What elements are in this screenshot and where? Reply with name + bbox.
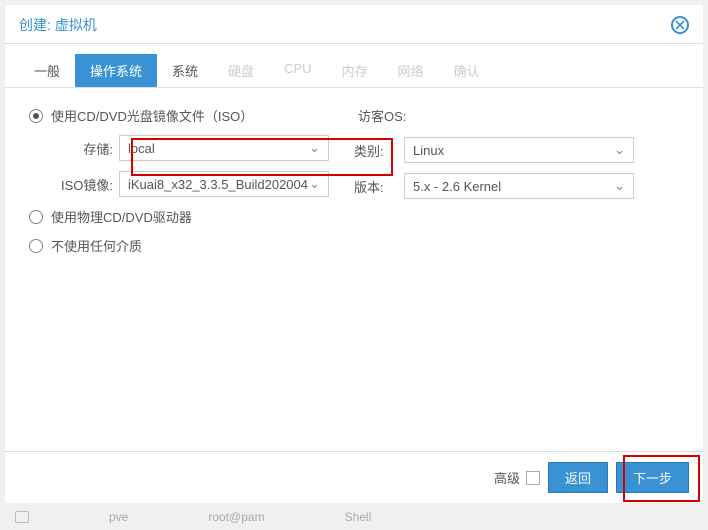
storage-value: local [128, 141, 309, 156]
radio-use-iso[interactable]: 使用CD/DVD光盘镜像文件（ISO） [29, 106, 354, 125]
version-label: 版本: [354, 177, 404, 196]
category-row: 类别: Linux ⌄ [354, 137, 679, 163]
dialog-title: 创建: 虚拟机 [19, 15, 97, 35]
bottom-bar: pve root@pam Shell [5, 506, 703, 527]
iso-image-label: ISO镜像: [29, 175, 119, 194]
terminal-icon [15, 511, 29, 523]
version-value: 5.x - 2.6 Kernel [413, 179, 614, 194]
storage-row: 存储: local ⌄ [29, 135, 354, 161]
storage-combo[interactable]: local ⌄ [119, 135, 329, 161]
chevron-down-icon: ⌄ [309, 176, 320, 192]
tab-cpu: CPU [269, 54, 326, 87]
version-row: 版本: 5.x - 2.6 Kernel ⌄ [354, 173, 679, 199]
column-right: 访客OS: 类别: Linux ⌄ 版本: 5.x - 2.6 Kernel ⌄ [354, 106, 679, 433]
next-button[interactable]: 下一步 [616, 462, 689, 493]
iso-image-value: iKuai8_x32_3.3.5_Build202004 [128, 177, 309, 192]
radio-label: 不使用任何介质 [51, 236, 142, 255]
tab-os[interactable]: 操作系统 [75, 54, 157, 87]
tab-memory: 内存 [327, 54, 383, 87]
tab-confirm: 确认 [439, 54, 495, 87]
chevron-down-icon: ⌄ [309, 140, 320, 156]
tab-network: 网络 [383, 54, 439, 87]
tab-system[interactable]: 系统 [157, 54, 213, 87]
category-combo[interactable]: Linux ⌄ [404, 137, 634, 163]
close-icon[interactable] [671, 16, 689, 34]
dialog-body: 使用CD/DVD光盘镜像文件（ISO） 存储: local ⌄ ISO镜像: i… [5, 88, 703, 451]
tab-general[interactable]: 一般 [19, 54, 75, 87]
dialog-footer: 高级 返回 下一步 [5, 451, 703, 503]
tab-disk: 硬盘 [213, 54, 269, 87]
back-button[interactable]: 返回 [548, 462, 608, 493]
advanced-toggle[interactable]: 高级 [494, 468, 540, 487]
category-value: Linux [413, 143, 614, 158]
create-vm-dialog: 创建: 虚拟机 一般 操作系统 系统 硬盘 CPU 内存 网络 确认 使用CD/… [5, 5, 703, 503]
advanced-checkbox[interactable] [526, 471, 540, 485]
wizard-tabs: 一般 操作系统 系统 硬盘 CPU 内存 网络 确认 [5, 44, 703, 88]
column-left: 使用CD/DVD光盘镜像文件（ISO） 存储: local ⌄ ISO镜像: i… [29, 106, 354, 433]
bottom-item: pve [109, 510, 128, 524]
radio-use-physical[interactable]: 使用物理CD/DVD驱动器 [29, 207, 354, 226]
version-combo[interactable]: 5.x - 2.6 Kernel ⌄ [404, 173, 634, 199]
chevron-down-icon: ⌄ [614, 178, 625, 194]
chevron-down-icon: ⌄ [614, 142, 625, 158]
radio-label: 使用CD/DVD光盘镜像文件（ISO） [51, 106, 253, 125]
category-label: 类别: [354, 141, 404, 160]
storage-label: 存储: [29, 139, 119, 158]
radio-icon [29, 210, 43, 224]
advanced-label: 高级 [494, 468, 520, 487]
radio-use-none[interactable]: 不使用任何介质 [29, 236, 354, 255]
bottom-item: root@pam [208, 510, 264, 524]
radio-label: 使用物理CD/DVD驱动器 [51, 207, 192, 226]
iso-image-combo[interactable]: iKuai8_x32_3.3.5_Build202004 ⌄ [119, 171, 329, 197]
iso-image-row: ISO镜像: iKuai8_x32_3.3.5_Build202004 ⌄ [29, 171, 354, 197]
radio-icon [29, 109, 43, 123]
dialog-header: 创建: 虚拟机 [5, 5, 703, 44]
radio-icon [29, 239, 43, 253]
guest-os-title: 访客OS: [354, 106, 679, 125]
bottom-item: Shell [345, 510, 372, 524]
